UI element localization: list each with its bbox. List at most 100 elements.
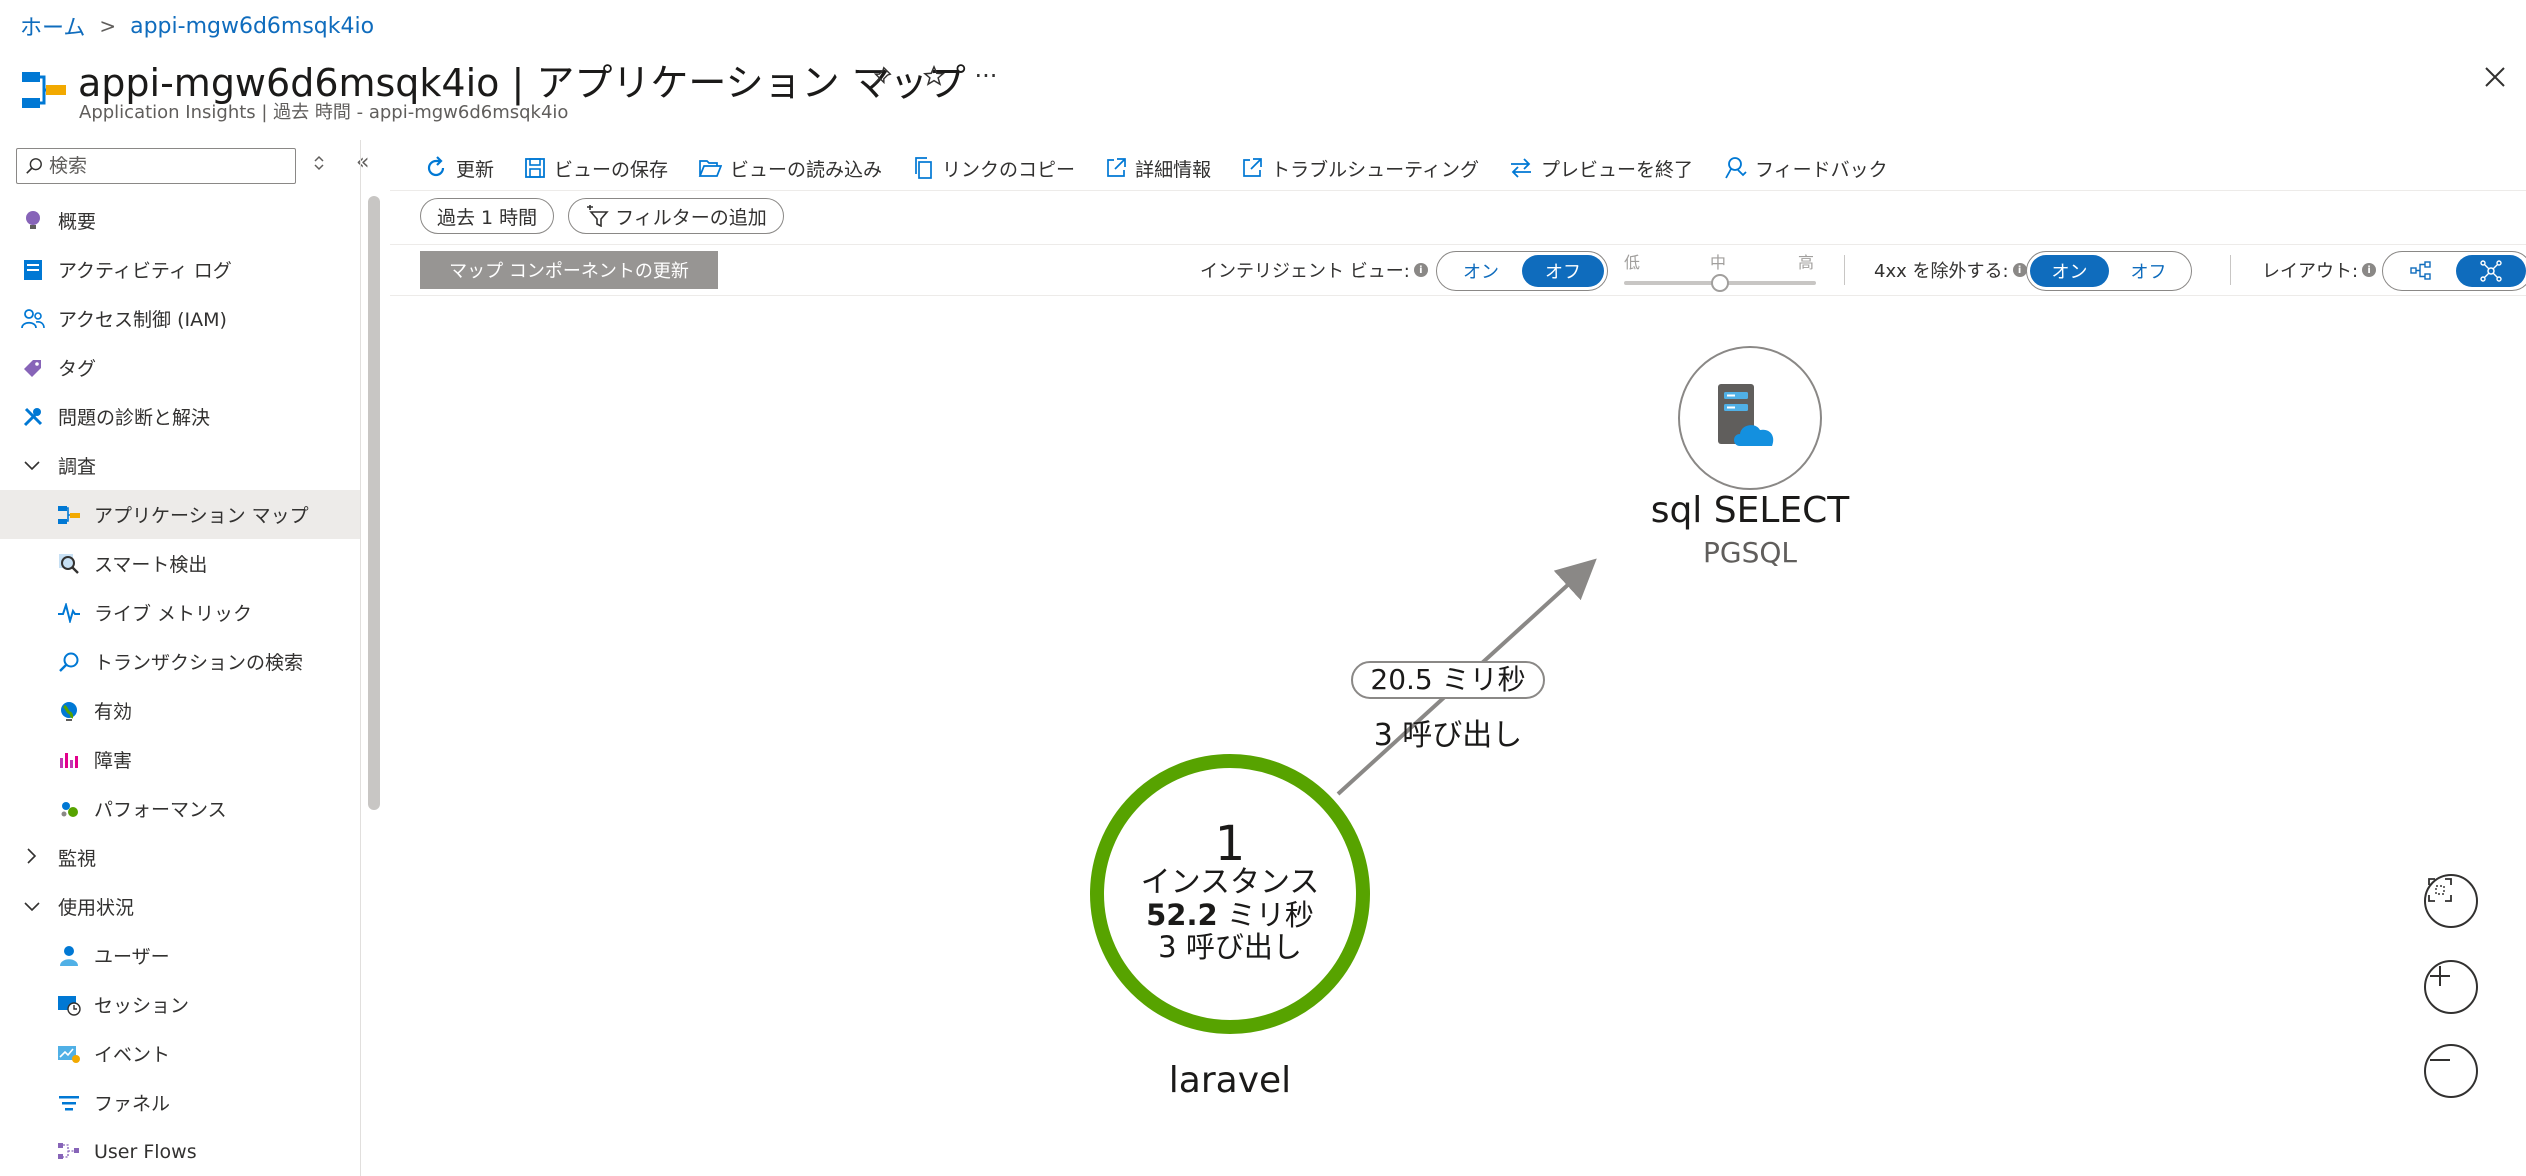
toolbar-divider (390, 190, 2526, 191)
sidebar-item-user-flows[interactable]: User Flows (0, 1127, 360, 1176)
intelligent-view-toggle: オン オフ (1436, 251, 1608, 291)
laravel-calls: 3 呼び出し (1158, 930, 1302, 964)
sidebar-item-availability[interactable]: 有効 (0, 686, 360, 735)
sidebar-group-investigate[interactable]: 調査 (0, 441, 360, 490)
layout-force-option[interactable] (2456, 255, 2526, 287)
exclude-4xx-off-option[interactable]: オフ (2109, 255, 2188, 287)
sidebar-divider (360, 140, 361, 1176)
fit-to-screen-button[interactable] (2424, 874, 2478, 928)
sidebar-item-label: ファネル (94, 1093, 171, 1115)
close-icon[interactable] (2480, 62, 2510, 92)
intelligent-view-off-option[interactable]: オフ (1522, 255, 1604, 287)
sidebar-nav: 概要 アクティビティ ログ アクセス制御 (IAM) タグ 問題の診断と解決 調… (0, 196, 360, 1176)
more-options-icon[interactable]: ··· (972, 62, 1000, 90)
pulse-icon (56, 600, 82, 626)
smart-detection-icon (56, 551, 82, 577)
sidebar-group-monitoring[interactable]: 監視 (0, 833, 360, 882)
force-layout-icon (2480, 260, 2502, 282)
laravel-instance-count: 1 (1214, 816, 1246, 872)
command-bar: 更新 ビューの保存 ビューの読み込み リンクのコピー 詳細情報 トラブルシューテ… (424, 148, 1888, 188)
globe-icon (56, 698, 82, 724)
swap-arrows-icon (1510, 158, 1531, 178)
sidebar: « 概要 アクティビティ ログ アクセス制御 (IAM) タグ 問題の診断と解決… (0, 140, 380, 1176)
sidebar-item-events[interactable]: イベント (0, 1029, 360, 1078)
info-icon[interactable]: i (1413, 263, 1428, 277)
sidebar-item-label: ライブ メトリック (94, 603, 253, 625)
sensitivity-slider-thumb[interactable] (1711, 274, 1729, 292)
open-external-icon (1107, 158, 1126, 177)
sidebar-item-users[interactable]: ユーザー (0, 931, 360, 980)
sidebar-item-label: イベント (94, 1044, 171, 1066)
sidebar-search-input[interactable] (49, 155, 279, 177)
troubleshooting-button[interactable]: トラブルシューティング (1241, 155, 1479, 182)
info-icon[interactable]: i (2362, 263, 2377, 277)
sidebar-item-diagnose[interactable]: 問題の診断と解決 (0, 392, 360, 441)
laravel-node-name[interactable]: laravel (1110, 1060, 1350, 1101)
slider-label-mid: 中 (1710, 253, 1727, 272)
add-filter-button[interactable]: フィルターの追加 (568, 198, 784, 234)
sidebar-item-funnels[interactable]: ファネル (0, 1078, 360, 1127)
save-view-button[interactable]: ビューの保存 (524, 155, 668, 182)
sidebar-item-label: アプリケーション マップ (94, 505, 309, 527)
sidebar-item-label: 問題の診断と解決 (58, 407, 211, 429)
sidebar-scrollbar[interactable] (368, 196, 380, 810)
zoom-out-button[interactable] (2424, 1044, 2478, 1098)
details-button[interactable]: 詳細情報 (1105, 155, 1211, 182)
edge-duration-label: 20.5 ミリ秒 (1370, 663, 1526, 696)
info-icon[interactable]: i (2012, 263, 2027, 277)
application-map-canvas[interactable]: 20.5 ミリ秒 3 呼び出し 1 インスタンス 52.2 ミリ秒 3 呼び出し… (390, 300, 2526, 1176)
exclude-4xx-label: 4xx を除外する: i (1874, 257, 2027, 283)
sidebar-item-label: 有効 (94, 701, 133, 723)
chevron-right-icon (24, 847, 44, 868)
sidebar-item-label: アクセス制御 (IAM) (58, 309, 227, 331)
refresh-button[interactable]: 更新 (424, 155, 494, 182)
sidebar-item-performance[interactable]: パフォーマンス (0, 784, 360, 833)
chevron-down-icon (24, 897, 44, 916)
pin-icon[interactable] (868, 62, 896, 90)
fit-to-screen-icon (2428, 878, 2452, 902)
failures-icon (56, 747, 82, 773)
load-view-button[interactable]: ビューの読み込み (698, 155, 882, 182)
intelligent-view-on-option[interactable]: オン (1440, 255, 1522, 287)
update-map-components-button[interactable]: マップ コンポーネントの更新 (420, 251, 718, 289)
folder-open-icon (698, 160, 723, 177)
sidebar-group-usage[interactable]: 使用状況 (0, 882, 360, 931)
zoom-in-button[interactable] (2424, 960, 2478, 1014)
time-range-filter[interactable]: 過去 1 時間 (420, 198, 555, 234)
save-icon (525, 158, 545, 178)
sidebar-item-label: セッション (94, 995, 190, 1017)
layout-toggle (2382, 251, 2526, 291)
sidebar-item-overview[interactable]: 概要 (0, 196, 360, 245)
sidebar-item-live-metrics[interactable]: ライブ メトリック (0, 588, 360, 637)
sort-updown-icon[interactable] (312, 154, 326, 177)
edge-calls-label: 3 呼び出し (1373, 718, 1523, 753)
sql-node-name[interactable]: sql SELECT (1610, 490, 1890, 531)
sessions-icon (56, 992, 82, 1018)
sidebar-item-tags[interactable]: タグ (0, 343, 360, 392)
sidebar-item-failures[interactable]: 障害 (0, 735, 360, 784)
open-external-icon (1243, 158, 1262, 177)
sidebar-item-activity-log[interactable]: アクティビティ ログ (0, 245, 360, 294)
exclude-4xx-on-option[interactable]: オン (2030, 255, 2109, 287)
breadcrumb-home-link[interactable]: ホーム (20, 10, 85, 42)
layout-label: レイアウト: i (2262, 257, 2377, 283)
sidebar-item-smart-detection[interactable]: スマート検出 (0, 539, 360, 588)
sidebar-item-label: 概要 (58, 211, 97, 233)
laravel-duration: 52.2 ミリ秒 (1110, 898, 1350, 932)
feedback-button[interactable]: フィードバック (1723, 155, 1888, 182)
page-header: appi-mgw6d6msqk4io | アプリケーション マップ Applic… (20, 52, 2510, 123)
app-map-icon (22, 72, 66, 108)
breadcrumb-current-link[interactable]: appi-mgw6d6msqk4io (130, 14, 374, 39)
exit-preview-button[interactable]: プレビューを終了 (1509, 155, 1693, 182)
sidebar-item-label: アクティビティ ログ (58, 260, 232, 282)
feedback-icon (1725, 157, 1747, 179)
sidebar-item-transaction-search[interactable]: トランザクションの検索 (0, 637, 360, 686)
copy-link-button[interactable]: リンクのコピー (912, 155, 1075, 182)
sidebar-item-sessions[interactable]: セッション (0, 980, 360, 1029)
favorite-star-icon[interactable] (920, 62, 948, 90)
search-icon (56, 649, 82, 675)
collapse-sidebar-icon[interactable]: « (356, 150, 369, 175)
sidebar-item-application-map[interactable]: アプリケーション マップ (0, 490, 360, 539)
sidebar-item-iam[interactable]: アクセス制御 (IAM) (0, 294, 360, 343)
layout-hierarchical-option[interactable] (2386, 255, 2456, 287)
